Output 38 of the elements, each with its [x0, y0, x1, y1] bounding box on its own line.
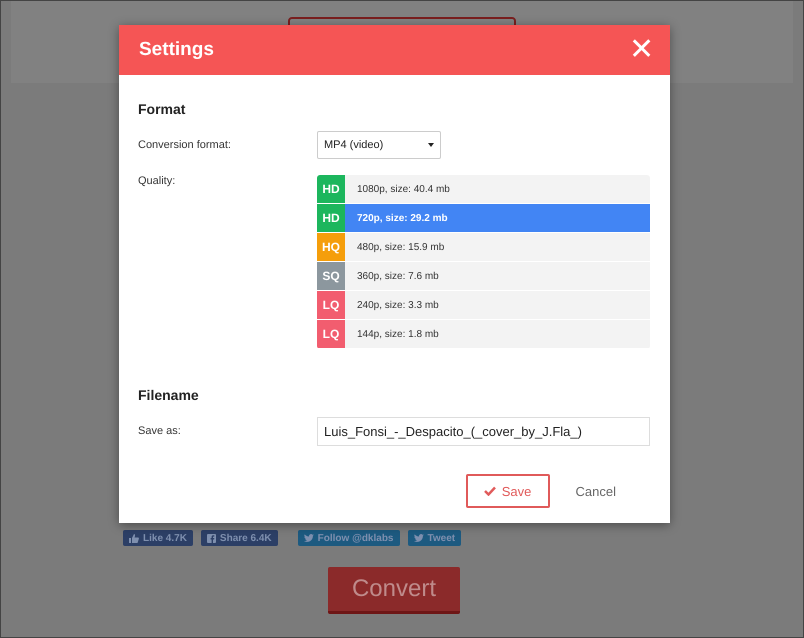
- field-label: Quality:: [138, 175, 176, 187]
- field-label: Save as:: [138, 425, 182, 437]
- quality-badge: HD: [317, 175, 345, 203]
- checkmark-icon: [484, 486, 496, 496]
- dialog-title: Settings: [139, 39, 214, 61]
- convert-button[interactable]: Convert: [328, 567, 460, 614]
- quality-option[interactable]: HQ 480p, size: 15.9 mb: [317, 233, 650, 262]
- quality-option[interactable]: HD 1080p, size: 40.4 mb: [317, 175, 650, 204]
- bird-icon: [304, 534, 314, 542]
- quality-text: 240p, size: 3.3 mb: [356, 298, 439, 312]
- quality-badge: HD: [317, 204, 345, 232]
- like-button[interactable]: Like 4.7K: [123, 530, 193, 546]
- quality-text: 480p, size: 15.9 mb: [356, 240, 444, 254]
- quality-text: 720p, size: 29.2 mb: [356, 212, 448, 226]
- quality-option[interactable]: LQ 240p, size: 3.3 mb: [317, 291, 650, 320]
- filename-field[interactable]: Luis_Fonsi_-_Despacito_(_cover_by_J.Fla_): [317, 417, 650, 446]
- close-button[interactable]: ✕: [629, 35, 654, 65]
- facebook-icon: [206, 534, 216, 542]
- section-heading: Filename: [138, 387, 200, 403]
- quality-badge: LQ: [317, 291, 345, 319]
- field-label: Conversion format:: [138, 139, 232, 151]
- format-dropdown[interactable]: MP4 (video): [317, 131, 441, 159]
- quality-option[interactable]: SQ 360p, size: 7.6 mb: [317, 262, 650, 291]
- caret-icon: [428, 143, 434, 147]
- section-heading: Format: [138, 101, 186, 117]
- quality-text: 1080p, size: 40.4 mb: [356, 182, 450, 196]
- quality-option[interactable]: LQ 144p, size: 1.8 mb: [317, 320, 650, 349]
- thumbs-up-icon: [129, 534, 139, 542]
- quality-badge: HQ: [317, 233, 345, 261]
- quality-text: 144p, size: 1.8 mb: [356, 328, 439, 342]
- quality-text: 360p, size: 7.6 mb: [356, 270, 439, 284]
- quality-badge: LQ: [317, 320, 345, 348]
- cancel-button[interactable]: Cancel: [570, 482, 622, 500]
- bird-icon: [414, 534, 424, 542]
- quality-option[interactable]: HD 720p, size: 29.2 mb: [317, 204, 650, 233]
- save-button[interactable]: Save: [466, 474, 550, 508]
- share-button[interactable]: Share 6.4K: [200, 530, 278, 546]
- quality-badge: SQ: [317, 262, 345, 290]
